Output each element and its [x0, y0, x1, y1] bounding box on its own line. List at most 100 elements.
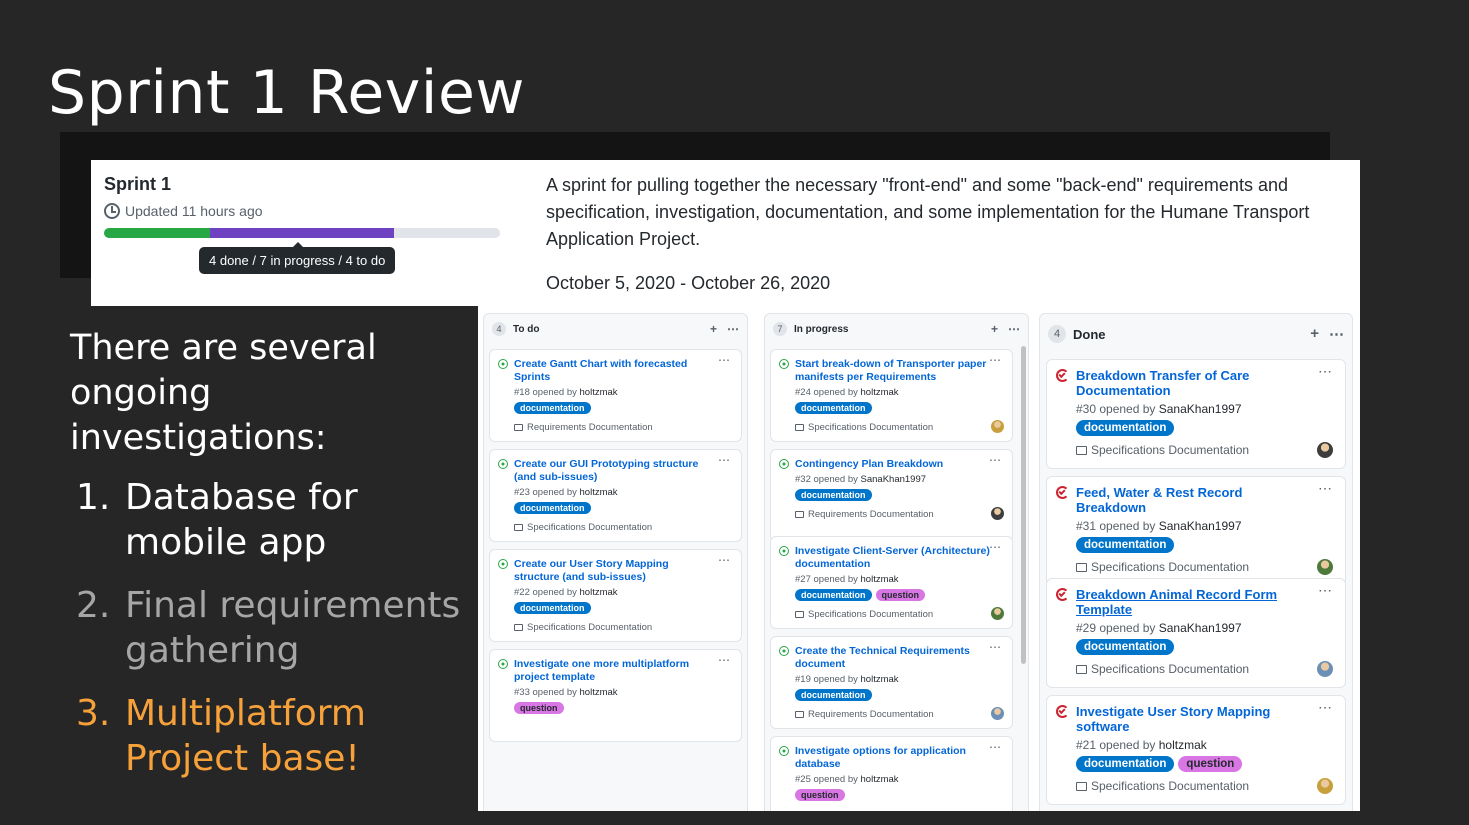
issue-card[interactable]: Create Gantt Chart with forecasted Sprin…	[489, 349, 742, 442]
clock-icon	[104, 203, 120, 219]
issue-card[interactable]: Start break-down of Transporter paper ma…	[770, 349, 1013, 442]
label-documentation[interactable]: documentation	[514, 402, 591, 414]
avatar[interactable]	[991, 607, 1004, 620]
issue-card[interactable]: Feed, Water & Rest Record Breakdown ⋯ #31 …	[1046, 476, 1346, 586]
card-menu-icon[interactable]: ⋯	[1318, 480, 1333, 497]
avatar[interactable]	[1317, 778, 1333, 794]
issue-card[interactable]: Investigate one more multiplatform proje…	[489, 649, 742, 742]
issue-labels: documentation question	[795, 589, 925, 601]
issue-author[interactable]: holtzmak	[580, 387, 618, 398]
issue-author[interactable]: holtzmak	[580, 687, 618, 698]
issue-title[interactable]: Investigate User Story Mapping software	[1076, 704, 1316, 734]
issue-card[interactable]: Breakdown Transfer of Care Documentation…	[1046, 359, 1346, 469]
milestone-title[interactable]: Sprint 1	[104, 174, 171, 195]
issue-labels: documentation question	[1076, 756, 1243, 772]
issue-card[interactable]: Investigate options for application data…	[770, 736, 1013, 811]
milestone-progress-bar[interactable]	[104, 228, 500, 238]
card-menu-icon[interactable]: ⋯	[718, 353, 731, 367]
label-documentation[interactable]: documentation	[514, 602, 591, 614]
label-documentation[interactable]: documentation	[795, 402, 872, 414]
issue-card[interactable]: Investigate User Story Mapping software ⋯…	[1046, 695, 1346, 805]
issue-meta: #21 opened by holtzmak	[1076, 738, 1207, 752]
issue-author[interactable]: SanaKhan1997	[861, 474, 927, 485]
issue-title[interactable]: Create our User Story Mapping structure …	[514, 558, 714, 584]
issue-closed-icon	[1056, 588, 1069, 601]
card-menu-icon[interactable]: ⋯	[1318, 699, 1333, 716]
issue-card[interactable]: Investigate Client-Server (Architecture)…	[770, 536, 1013, 629]
issue-author[interactable]: SanaKhan1997	[1159, 519, 1242, 533]
label-documentation[interactable]: documentation	[1076, 537, 1175, 553]
issue-title[interactable]: Investigate options for application data…	[795, 745, 995, 771]
card-menu-icon[interactable]: ⋯	[989, 453, 1002, 467]
avatar[interactable]	[991, 420, 1004, 433]
issue-title[interactable]: Create the Technical Requirements docume…	[795, 645, 995, 671]
issue-author[interactable]: holtzmak	[861, 574, 899, 585]
issue-author[interactable]: holtzmak	[861, 674, 899, 685]
avatar[interactable]	[991, 707, 1004, 720]
avatar[interactable]	[1317, 559, 1333, 575]
issue-project: Specifications Documentation	[1076, 779, 1249, 793]
issue-card[interactable]: Create our User Story Mapping structure …	[489, 549, 742, 642]
issue-labels: documentation	[795, 489, 872, 501]
issue-author[interactable]: holtzmak	[861, 387, 899, 398]
progress-todo-segment	[394, 228, 500, 238]
label-documentation[interactable]: documentation	[1076, 639, 1175, 655]
notes-intro: There are several ongoing investigations…	[70, 328, 377, 458]
issue-title[interactable]: Investigate Client-Server (Architecture)…	[795, 545, 995, 571]
add-card-icon[interactable]: +	[991, 322, 998, 336]
card-menu-icon[interactable]: ⋯	[718, 453, 731, 467]
issue-title[interactable]: Start break-down of Transporter paper ma…	[795, 358, 995, 384]
issue-title[interactable]: Breakdown Animal Record Form Template	[1076, 587, 1316, 617]
column-menu-icon[interactable]: ⋯	[727, 322, 739, 336]
avatar[interactable]	[991, 507, 1004, 520]
label-documentation[interactable]: documentation	[514, 502, 591, 514]
add-card-icon[interactable]: +	[710, 322, 717, 336]
issue-labels: documentation	[795, 689, 872, 701]
label-question[interactable]: question	[875, 589, 925, 601]
issue-author[interactable]: SanaKhan1997	[1159, 402, 1242, 416]
issue-title[interactable]: Investigate one more multiplatform proje…	[514, 658, 714, 684]
issue-card[interactable]: Create the Technical Requirements docume…	[770, 636, 1013, 729]
avatar[interactable]	[1317, 442, 1333, 458]
card-menu-icon[interactable]: ⋯	[718, 653, 731, 667]
issue-author[interactable]: holtzmak	[861, 774, 899, 785]
issue-title[interactable]: Create Gantt Chart with forecasted Sprin…	[514, 358, 714, 384]
column-actions: + ⋯	[710, 322, 739, 336]
issue-title[interactable]: Create our GUI Prototyping structure (an…	[514, 458, 714, 484]
card-menu-icon[interactable]: ⋯	[989, 640, 1002, 654]
issue-author[interactable]: holtzmak	[580, 587, 618, 598]
issue-author[interactable]: SanaKhan1997	[1159, 621, 1242, 635]
add-card-icon[interactable]: +	[1310, 325, 1319, 343]
card-menu-icon[interactable]: ⋯	[718, 553, 731, 567]
issue-number: #33	[514, 687, 533, 698]
label-documentation[interactable]: documentation	[1076, 420, 1175, 436]
issue-title[interactable]: Feed, Water & Rest Record Breakdown	[1076, 485, 1316, 515]
issue-author[interactable]: holtzmak	[580, 487, 618, 498]
issue-card[interactable]: Breakdown Animal Record Form Template ⋯ #2…	[1046, 578, 1346, 688]
avatar[interactable]	[1317, 661, 1333, 677]
label-question[interactable]: question	[1178, 756, 1243, 772]
card-menu-icon[interactable]: ⋯	[989, 740, 1002, 754]
column-menu-icon[interactable]: ⋯	[1329, 325, 1344, 343]
label-documentation[interactable]: documentation	[795, 589, 872, 601]
label-documentation[interactable]: documentation	[795, 689, 872, 701]
label-question[interactable]: question	[514, 702, 564, 714]
card-menu-icon[interactable]: ⋯	[989, 540, 1002, 554]
project-board: 4 To do + ⋯ Create Gantt Chart with forecast…	[478, 306, 1360, 811]
label-question[interactable]: question	[795, 789, 845, 801]
issue-title[interactable]: Breakdown Transfer of Care Documentation	[1076, 368, 1316, 398]
issue-card[interactable]: Create our GUI Prototyping structure (an…	[489, 449, 742, 542]
issue-project: Requirements Documentation	[514, 422, 653, 433]
card-menu-icon[interactable]: ⋯	[989, 353, 1002, 367]
issue-labels: documentation	[514, 602, 591, 614]
column-menu-icon[interactable]: ⋯	[1008, 322, 1020, 336]
column-scrollbar[interactable]	[1021, 346, 1026, 664]
issue-title[interactable]: Contingency Plan Breakdown	[795, 458, 995, 471]
label-documentation[interactable]: documentation	[795, 489, 872, 501]
label-documentation[interactable]: documentation	[1076, 756, 1175, 772]
card-menu-icon[interactable]: ⋯	[1318, 582, 1333, 599]
card-menu-icon[interactable]: ⋯	[1318, 363, 1333, 380]
issue-card[interactable]: Contingency Plan Breakdown ⋯ #32 opened by…	[770, 449, 1013, 542]
issue-author[interactable]: holtzmak	[1159, 738, 1207, 752]
issue-number: #25	[795, 774, 814, 785]
